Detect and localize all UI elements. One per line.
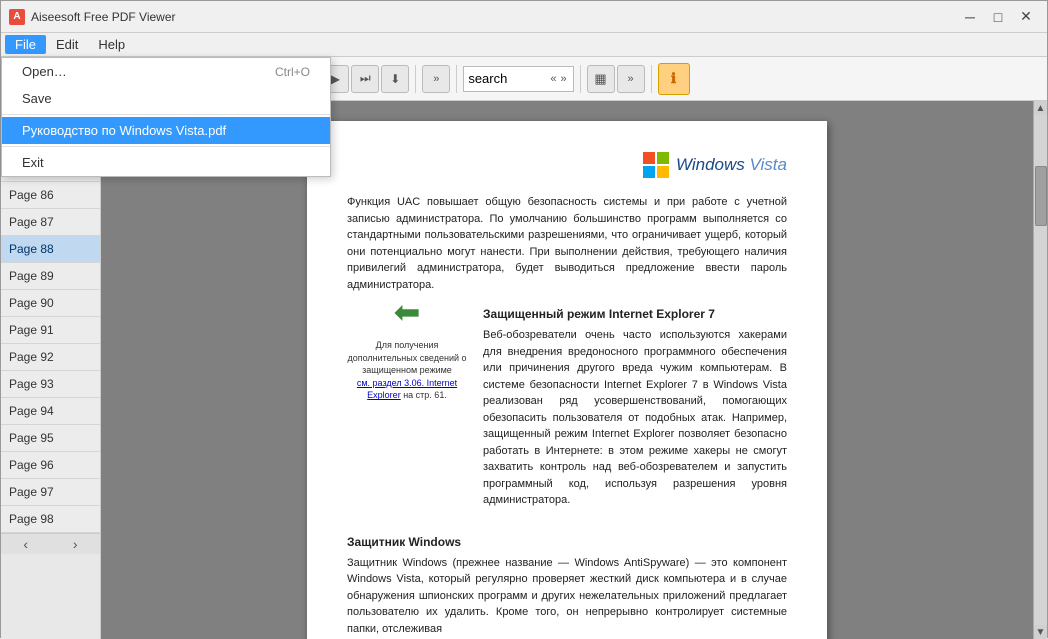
scroll-down-arrow[interactable]: ▼ [1034,625,1048,639]
search-prev-icon[interactable]: « [548,73,558,85]
sidebar-page-98[interactable]: Page 98 [1,506,100,533]
main-area: Page 83 Page 84 Page 85 Page 86 Page 87 … [1,101,1047,639]
menu-file[interactable]: File [5,35,46,54]
sidebar-page-87[interactable]: Page 87 [1,209,100,236]
defender-content-col: Защитник Windows Защитник Windows (прежн… [347,521,787,638]
menu-item-save[interactable]: Save [2,85,330,112]
menu-item-open[interactable]: Open… Ctrl+O [2,58,330,85]
ie7-paragraph: Веб-обозреватели очень часто используютс… [483,327,787,509]
close-button[interactable]: ✕ [1013,6,1039,28]
sidebar-scroll-right[interactable]: › [51,534,101,554]
toolbar-separator-2 [415,65,416,93]
pdf-viewer[interactable]: Windows Vista Функция UAC повышает общую… [101,101,1033,639]
menu-divider [2,114,330,115]
thumbnail-view-button[interactable]: ▦ [587,65,615,93]
sidebar-scroll-left[interactable]: ‹ [1,534,51,554]
title-bar: A Aiseesoft Free PDF Viewer ─ □ ✕ [1,1,1047,33]
defender-heading: Защитник Windows [347,535,787,549]
sidebar-arrow-col: ⬅ Для получения дополнительных сведений … [347,293,467,509]
defender-section: Защитник Windows Защитник Windows (прежн… [347,521,787,638]
more-button[interactable]: » [422,65,450,93]
sidebar-page-92[interactable]: Page 92 [1,344,100,371]
download-button[interactable]: ⬇ [381,65,409,93]
toolbar-separator-4 [580,65,581,93]
window-controls: ─ □ ✕ [957,6,1039,28]
search-next-icon[interactable]: » [558,73,568,85]
menu-divider-2 [2,146,330,147]
toolbar-separator-5 [651,65,652,93]
app-title: Aiseesoft Free PDF Viewer [31,10,957,24]
file-dropdown-menu: Open… Ctrl+O Save Руководство по Windows… [1,57,331,177]
menu-edit[interactable]: Edit [46,35,88,54]
minimize-button[interactable]: ─ [957,6,983,28]
ie7-heading: Защищенный режим Internet Explorer 7 [483,307,787,321]
windows-flag-icon [642,151,670,179]
uac-paragraph: Функция UAC повышает общую безопасность … [347,194,787,293]
ie7-section: ⬅ Для получения дополнительных сведений … [347,293,787,509]
right-scrollbar[interactable]: ▲ ▼ [1033,101,1047,639]
sidebar-page-91[interactable]: Page 91 [1,317,100,344]
scrollbar-track[interactable] [1034,115,1047,625]
windows-vista-logo: Windows Vista [347,151,787,179]
sidebar-note: Для получения дополнительных сведений о … [347,339,467,402]
sidebar-page-97[interactable]: Page 97 [1,479,100,506]
menu-bar: File Edit Help Open… Ctrl+O Save Руковод… [1,33,1047,57]
vista-logo-text: Windows Vista [676,155,787,175]
menu-item-exit[interactable]: Exit [2,149,330,176]
sidebar-page-86[interactable]: Page 86 [1,182,100,209]
sidebar-thumbnail-panel: Page 83 Page 84 Page 85 Page 86 Page 87 … [1,101,101,639]
more-options-button[interactable]: » [617,65,645,93]
restore-button[interactable]: □ [985,6,1011,28]
back-arrow-icon: ⬅ [394,293,421,331]
sidebar-page-89[interactable]: Page 89 [1,263,100,290]
pdf-page-content: Windows Vista Функция UAC повышает общую… [307,121,827,639]
search-wrapper: « » [463,66,573,92]
search-input[interactable] [468,71,548,86]
scrollbar-thumb[interactable] [1035,166,1047,226]
menu-item-recent[interactable]: Руководство по Windows Vista.pdf [2,117,330,144]
sidebar-page-93[interactable]: Page 93 [1,371,100,398]
sidebar-page-88[interactable]: Page 88 [1,236,100,263]
sidebar-page-96[interactable]: Page 96 [1,452,100,479]
info-button[interactable]: ℹ [658,63,690,95]
defender-paragraph: Защитник Windows (прежнее название — Win… [347,555,787,638]
sidebar-page-95[interactable]: Page 95 [1,425,100,452]
sidebar-scroll-controls: ‹ › [1,533,100,554]
app-icon: A [9,9,25,25]
ie7-content-col: Защищенный режим Internet Explorer 7 Веб… [483,293,787,509]
last-page-button[interactable]: ⏭ [351,65,379,93]
sidebar-page-90[interactable]: Page 90 [1,290,100,317]
scroll-up-arrow[interactable]: ▲ [1034,101,1048,115]
menu-help[interactable]: Help [88,35,135,54]
sidebar-page-94[interactable]: Page 94 [1,398,100,425]
toolbar-separator-3 [456,65,457,93]
